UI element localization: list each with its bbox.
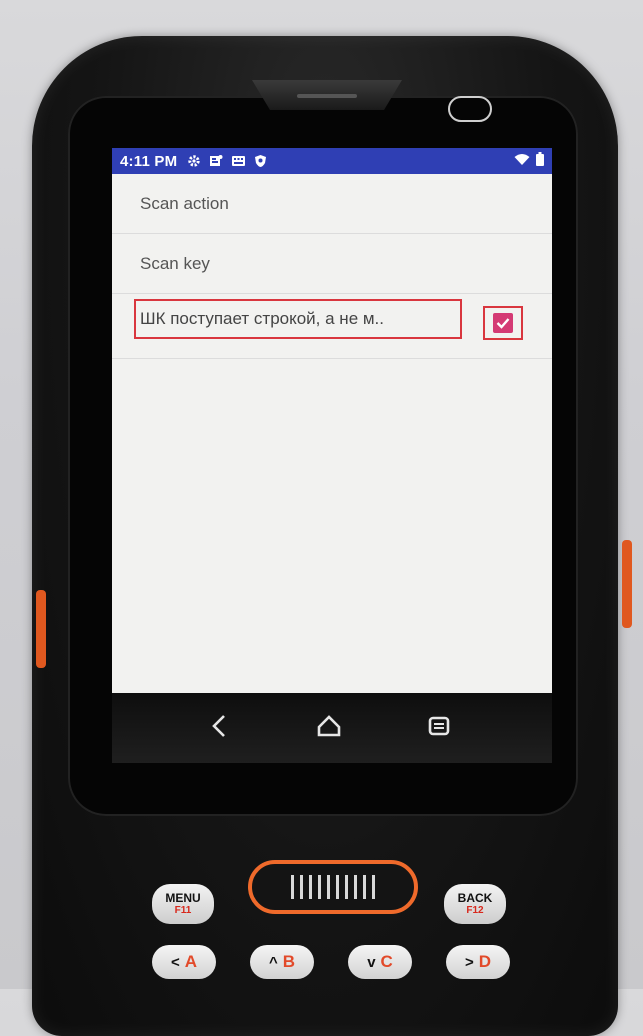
scan-trigger-button[interactable] [248,860,418,914]
battery-icon [536,152,544,170]
status-time: 4:11 PM [120,152,178,170]
key-letter: D [478,952,492,971]
back-key[interactable]: BACK F12 [444,884,506,924]
left-side-key[interactable] [36,590,46,668]
right-side-key[interactable] [622,540,632,628]
keyboard-icon [231,154,246,168]
left-arrow-icon: < [170,953,180,971]
key-b[interactable]: ^ B [250,945,314,979]
key-d[interactable]: > D [446,945,510,979]
menu-key-label: MENU [165,891,201,905]
key-letter: B [282,952,296,971]
pref-scan-action[interactable]: Scan action [112,174,552,234]
key-letter: C [380,952,393,971]
key-a[interactable]: < A [152,945,216,979]
key-letter: A [184,952,198,971]
pref-string-barcode-title: ШК поступает строкой, а не м.. [134,299,462,339]
down-arrow-icon: v [367,953,376,971]
settings-gear-icon [187,154,201,168]
up-arrow-icon: ^ [268,953,278,971]
nav-bar [112,693,552,763]
wifi-icon [514,153,530,170]
key-c[interactable]: v C [348,945,412,979]
string-barcode-checkbox[interactable] [493,313,513,333]
pref-title: Scan key [140,253,210,273]
menu-key-sub: F11 [174,905,192,916]
pref-string-barcode-row[interactable]: ШК поступает строкой, а не м.. [112,294,552,359]
checkmark-icon [496,318,510,329]
menu-key[interactable]: MENU F11 [152,884,214,924]
back-key-label: BACK [457,891,493,905]
checkbox-highlight-frame [483,306,523,340]
front-camera [448,96,492,122]
back-icon[interactable] [210,713,228,744]
notification-icon [209,154,223,168]
home-icon[interactable] [316,713,342,744]
scan-grille-icon [291,875,375,899]
pref-title: Scan action [140,193,229,213]
device-screen: 4:11 PM Scan action Scan key ШК поступае… [112,148,552,693]
earpiece-speaker [252,80,402,110]
shield-icon [254,154,267,168]
back-key-sub: F12 [466,905,484,916]
recents-icon[interactable] [428,713,450,744]
right-arrow-icon: > [464,953,474,971]
status-bar: 4:11 PM [112,148,552,174]
pref-scan-key[interactable]: Scan key [112,234,552,294]
